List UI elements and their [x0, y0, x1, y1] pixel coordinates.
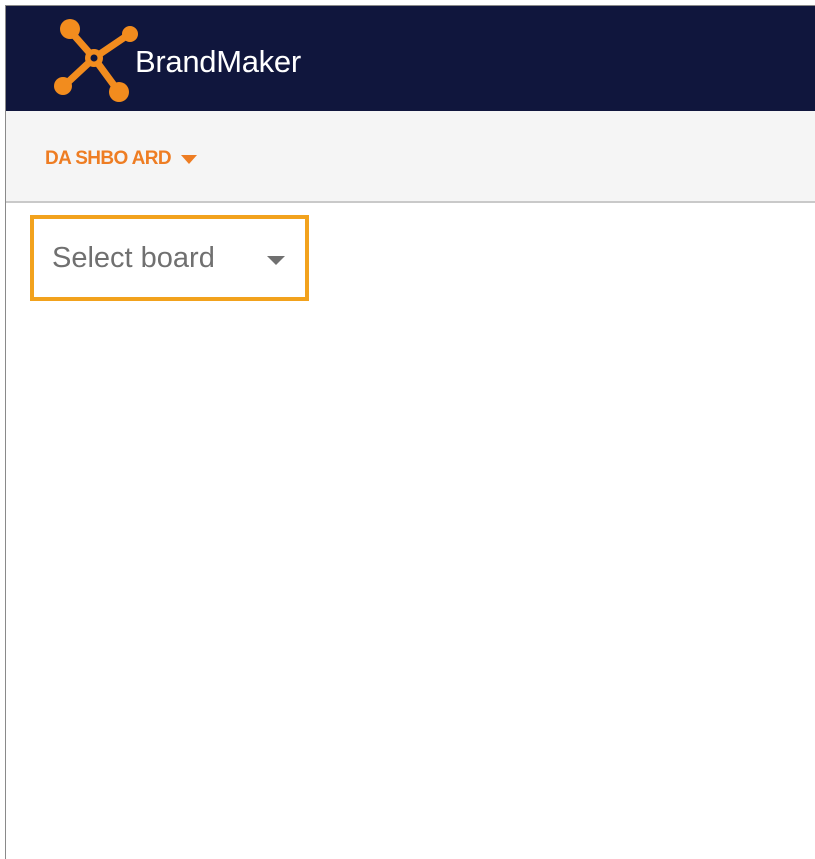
brandmaker-logo-icon [54, 19, 138, 102]
select-board-dropdown[interactable]: Select board [30, 215, 309, 301]
nav-bar: DA SHBO ARD [6, 111, 815, 203]
top-header: BrandMaker [6, 6, 815, 111]
dashboard-menu[interactable]: DA SHBO ARD [45, 148, 198, 170]
select-board-placeholder: Select board [52, 241, 215, 274]
caret-down-icon [267, 256, 285, 265]
brand-name: BrandMaker [135, 44, 301, 79]
dashboard-menu-label: DA SHBO ARD [45, 148, 172, 169]
caret-down-icon [181, 154, 198, 164]
app-window: BrandMaker DA SHBO ARD Select board [5, 5, 815, 859]
